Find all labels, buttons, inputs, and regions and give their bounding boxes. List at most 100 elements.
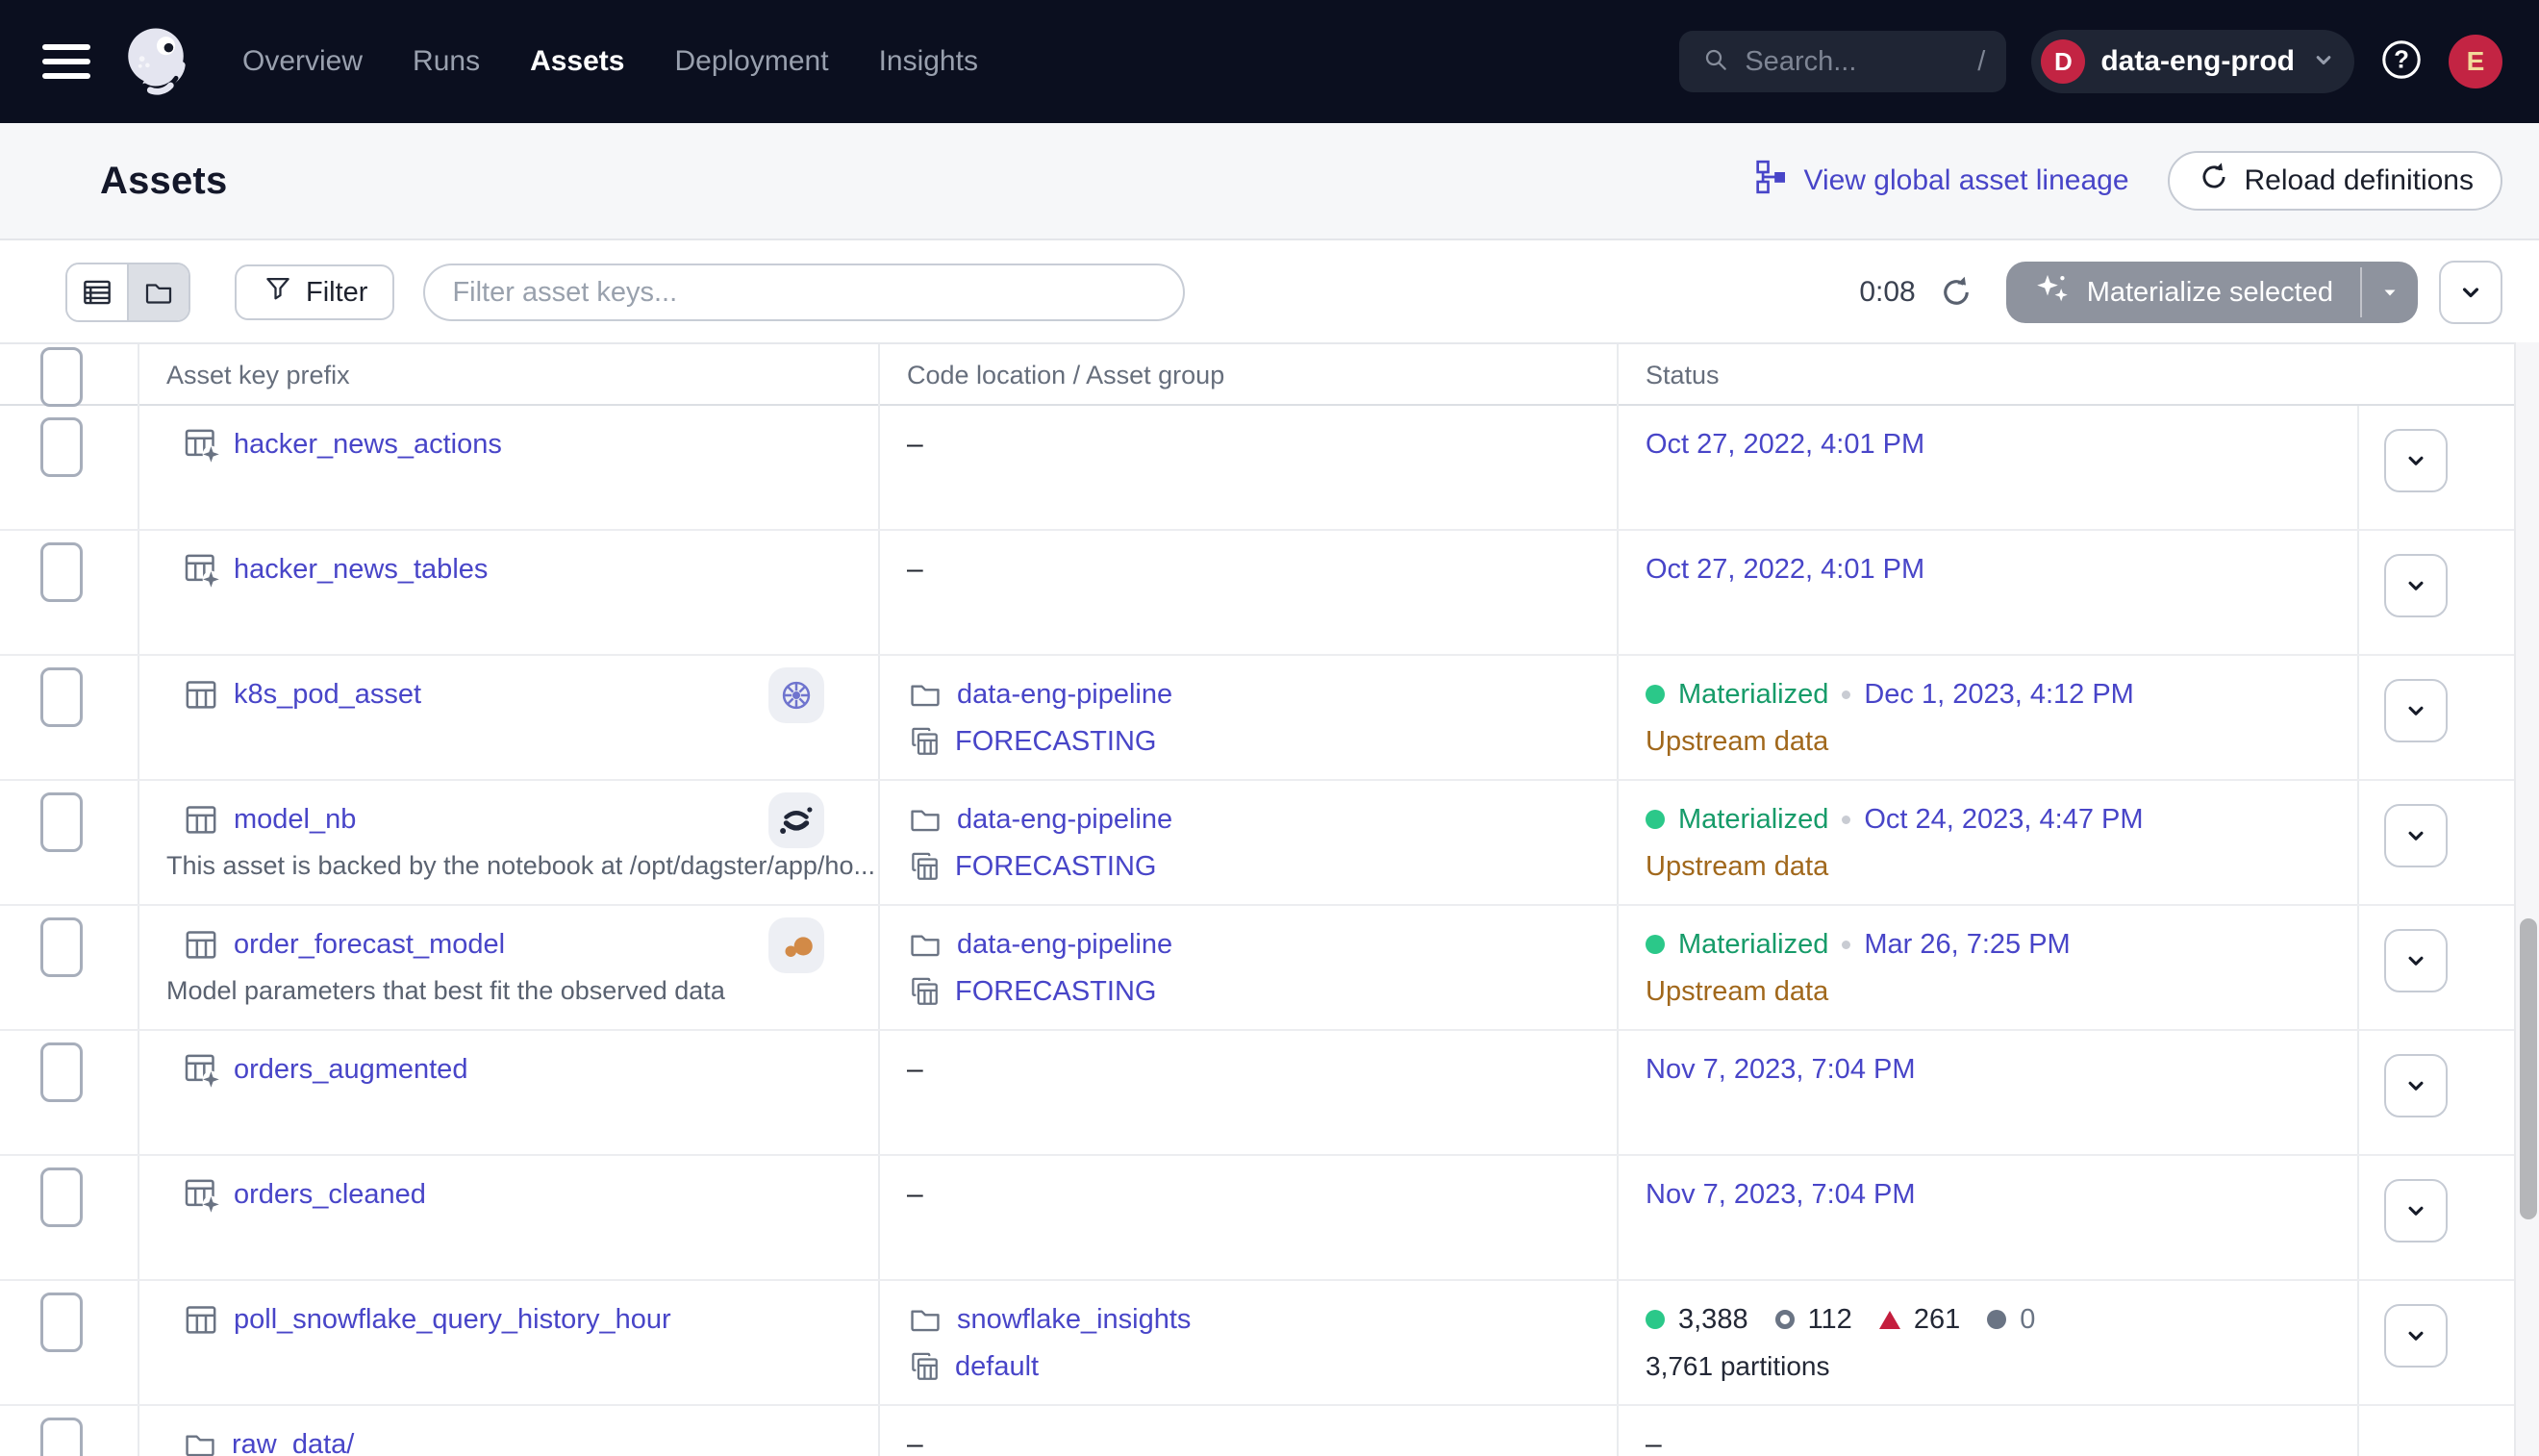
asset-key-link[interactable]: orders_augmented bbox=[234, 1054, 467, 1086]
expand-row-button[interactable] bbox=[2384, 679, 2448, 742]
partition-count: 261 bbox=[1914, 1304, 1960, 1336]
nav-item-assets[interactable]: Assets bbox=[530, 45, 624, 78]
reload-definitions-button[interactable]: Reload definitions bbox=[2168, 151, 2503, 211]
partition-count: 3,388 bbox=[1678, 1304, 1748, 1336]
asset-group-link[interactable]: FORECASTING bbox=[955, 976, 1156, 1008]
deployment-switcher[interactable]: D data-eng-prod bbox=[2031, 30, 2354, 93]
asset-group-line: FORECASTING bbox=[907, 844, 1617, 889]
separator-dot-icon bbox=[1842, 941, 1850, 949]
asset-key-link[interactable]: k8s_pod_asset bbox=[234, 679, 421, 711]
code-location-link[interactable]: snowflake_insights bbox=[957, 1304, 1191, 1336]
materialization-timestamp-link[interactable]: Dec 1, 2023, 4:12 PM bbox=[1864, 679, 2134, 711]
search-shortcut: / bbox=[1977, 46, 1985, 78]
expand-row-button[interactable] bbox=[2384, 1054, 2448, 1117]
asset-key-link[interactable]: model_nb bbox=[234, 804, 356, 836]
asset-key-link[interactable]: hacker_news_tables bbox=[234, 554, 488, 586]
materialization-timestamp-link[interactable]: Mar 26, 7:25 PM bbox=[1864, 929, 2070, 961]
compute-kind-badge bbox=[768, 917, 824, 973]
table-star-icon bbox=[182, 1175, 220, 1214]
global-search-input[interactable]: Search... / bbox=[1679, 31, 2006, 92]
expand-row-button[interactable] bbox=[2384, 929, 2448, 992]
materialized-dot-icon bbox=[1646, 685, 1665, 704]
dagster-logo-icon[interactable] bbox=[112, 17, 200, 106]
filter-asset-keys-input[interactable] bbox=[423, 264, 1185, 321]
collapse-all-button[interactable] bbox=[2439, 261, 2502, 324]
group-icon bbox=[907, 724, 942, 759]
page-header: Assets View global asset lineage Reload … bbox=[0, 123, 2539, 240]
select-all-checkbox[interactable] bbox=[40, 347, 83, 407]
materialize-options-caret[interactable] bbox=[2362, 262, 2418, 323]
row-checkbox[interactable] bbox=[40, 1418, 83, 1456]
table-row: model_nbThis asset is backed by the note… bbox=[0, 781, 2514, 906]
asset-key-link[interactable]: raw_data/ bbox=[232, 1429, 354, 1456]
asset-key-line: hacker_news_actions bbox=[182, 419, 878, 469]
scrollbar-track[interactable] bbox=[2514, 342, 2539, 1456]
status-line: MaterializedOct 24, 2023, 4:47 PM bbox=[1646, 794, 2357, 844]
help-icon[interactable]: ? bbox=[2379, 38, 2424, 87]
status-cell: Nov 7, 2023, 7:04 PM bbox=[1619, 1156, 2359, 1279]
materialization-timestamp-link[interactable]: Nov 7, 2023, 7:04 PM bbox=[1646, 1179, 1916, 1211]
materialization-timestamp-link[interactable]: Nov 7, 2023, 7:04 PM bbox=[1646, 1054, 1916, 1086]
asset-key-link[interactable]: hacker_news_actions bbox=[234, 429, 502, 461]
materialized-label: Materialized bbox=[1678, 929, 1828, 961]
view-mode-toggle bbox=[65, 263, 190, 322]
row-checkbox[interactable] bbox=[40, 792, 83, 852]
empty-value: – bbox=[907, 1044, 1617, 1094]
code-location-link[interactable]: data-eng-pipeline bbox=[957, 929, 1172, 961]
row-checkbox[interactable] bbox=[40, 542, 83, 602]
folder-view-button[interactable] bbox=[127, 264, 189, 320]
table-row: hacker_news_actions–Oct 27, 2022, 4:01 P… bbox=[0, 406, 2514, 531]
row-checkbox[interactable] bbox=[40, 917, 83, 977]
scrollbar-thumb[interactable] bbox=[2520, 918, 2537, 1219]
row-checkbox[interactable] bbox=[40, 417, 83, 477]
asset-key-link[interactable]: order_forecast_model bbox=[234, 929, 505, 961]
expand-row-button[interactable] bbox=[2384, 804, 2448, 867]
code-location-link[interactable]: data-eng-pipeline bbox=[957, 804, 1172, 836]
partition-count: 0 bbox=[2020, 1304, 2035, 1336]
asset-group-link[interactable]: FORECASTING bbox=[955, 726, 1156, 758]
row-checkbox[interactable] bbox=[40, 667, 83, 727]
asset-key-line: orders_augmented bbox=[182, 1044, 878, 1094]
partitions-total-label: 3,761 partitions bbox=[1646, 1351, 1829, 1382]
asset-group-link[interactable]: FORECASTING bbox=[955, 851, 1156, 883]
asset-key-link[interactable]: poll_snowflake_query_history_hour bbox=[234, 1304, 671, 1336]
flat-list-view-button[interactable] bbox=[67, 264, 127, 320]
code-location-link[interactable]: data-eng-pipeline bbox=[957, 679, 1172, 711]
row-checkbox[interactable] bbox=[40, 1042, 83, 1102]
refresh-icon bbox=[2197, 160, 2231, 202]
nav-item-insights[interactable]: Insights bbox=[879, 45, 978, 78]
row-actions-cell bbox=[2359, 656, 2514, 779]
code-location-line: data-eng-pipeline bbox=[907, 794, 1617, 844]
user-avatar[interactable]: E bbox=[2449, 35, 2502, 88]
materialization-timestamp-link[interactable]: Oct 24, 2023, 4:47 PM bbox=[1864, 804, 2143, 836]
nav-item-runs[interactable]: Runs bbox=[413, 45, 480, 78]
assets-table: Asset key prefixCode location / Asset gr… bbox=[0, 342, 2514, 1456]
asset-group-link[interactable]: default bbox=[955, 1351, 1039, 1383]
upstream-data-label: Upstream data bbox=[1646, 726, 1828, 758]
code-location-cell: – bbox=[880, 1406, 1619, 1456]
status-line: Materialized Dec 1, 2023, 4:12 PM bbox=[1646, 669, 2357, 719]
expand-row-button[interactable] bbox=[2384, 1304, 2448, 1368]
materialized-label: Materialized bbox=[1678, 679, 1828, 711]
asset-key-cell: orders_augmented bbox=[139, 1031, 880, 1154]
row-checkbox[interactable] bbox=[40, 1293, 83, 1352]
materialize-selected-button[interactable]: Materialize selected bbox=[2006, 262, 2418, 323]
expand-row-button[interactable] bbox=[2384, 429, 2448, 492]
filter-button[interactable]: Filter bbox=[235, 264, 394, 320]
materialization-timestamp-link[interactable]: Oct 27, 2022, 4:01 PM bbox=[1646, 429, 1924, 461]
materialization-timestamp-link[interactable]: Oct 27, 2022, 4:01 PM bbox=[1646, 554, 1924, 586]
refresh-icon[interactable] bbox=[1937, 273, 1975, 312]
hamburger-menu-icon[interactable] bbox=[42, 44, 90, 79]
view-global-asset-lineage-link[interactable]: View global asset lineage bbox=[1751, 158, 2128, 204]
code-location-cell: data-eng-pipeline FORECASTING bbox=[880, 781, 1619, 904]
nav-item-overview[interactable]: Overview bbox=[242, 45, 363, 78]
row-checkbox[interactable] bbox=[40, 1167, 83, 1227]
asset-key-link[interactable]: orders_cleaned bbox=[234, 1179, 426, 1211]
expand-row-button[interactable] bbox=[2384, 554, 2448, 617]
header-select-all-cell bbox=[0, 344, 139, 407]
status-line: Oct 27, 2022, 4:01 PM bbox=[1646, 544, 2357, 594]
nav-item-deployment[interactable]: Deployment bbox=[674, 45, 828, 78]
code-location-line: data-eng-pipeline bbox=[907, 669, 1617, 719]
folder-icon bbox=[907, 801, 943, 838]
expand-row-button[interactable] bbox=[2384, 1179, 2448, 1243]
